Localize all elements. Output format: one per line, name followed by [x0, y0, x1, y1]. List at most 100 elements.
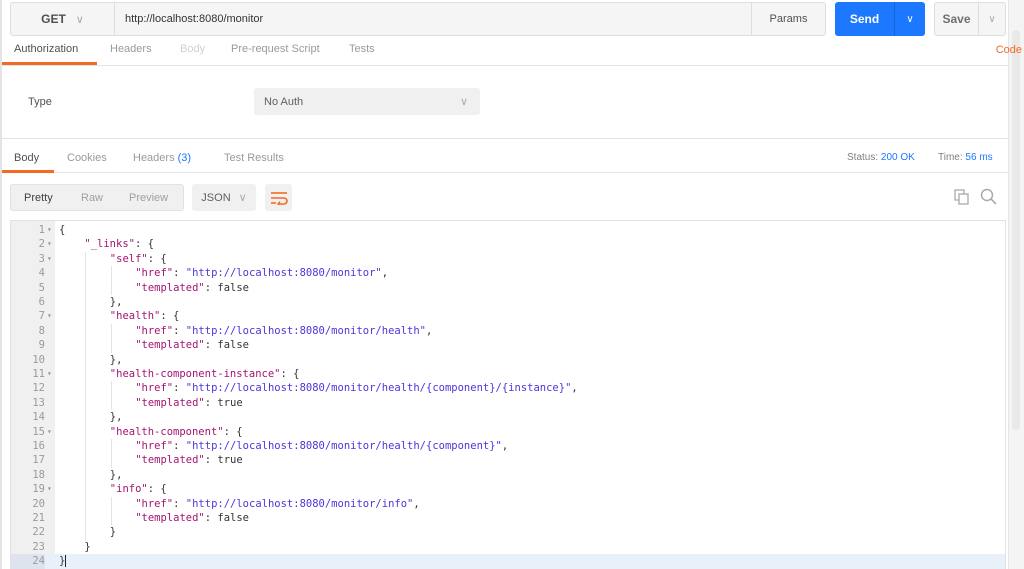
line-number: 18 [32, 468, 45, 481]
line-number: 8 [38, 324, 45, 337]
time-label: Time: [938, 152, 963, 163]
view-raw-button[interactable]: Raw [81, 192, 103, 204]
save-dropdown-button[interactable]: ∨ [979, 3, 1005, 35]
json-punctuation: : false [204, 339, 249, 352]
page-scrollbar[interactable] [1008, 0, 1024, 569]
fold-toggle-icon[interactable]: ▾ [47, 237, 52, 251]
json-key: "health-component" [109, 425, 224, 438]
status-label: Status: [847, 152, 879, 163]
fold-toggle-icon[interactable]: ▾ [47, 223, 52, 237]
json-string: "http://localhost:8080/monitor/health" [185, 324, 426, 337]
view-preview-button[interactable]: Preview [129, 192, 168, 204]
fold-toggle-icon[interactable]: ▾ [47, 252, 52, 266]
tab-authorization[interactable]: Authorization [14, 43, 78, 55]
line-number: 10 [32, 353, 45, 366]
active-tab-indicator [2, 62, 97, 65]
scrollbar-thumb[interactable] [1012, 30, 1020, 430]
json-punctuation: : { [147, 483, 167, 496]
code-line: 8 "href": "http://localhost:8080/monitor/… [11, 324, 1005, 338]
time-value: 56 ms [965, 152, 993, 163]
code-text: "templated": true [135, 453, 242, 467]
fold-toggle-icon[interactable]: ▾ [47, 425, 52, 439]
tab-headers[interactable]: Headers [110, 43, 152, 55]
indent-guide [110, 453, 112, 468]
code-text: "href": "http://localhost:8080/monitor", [135, 266, 388, 280]
code-text: "href": "http://localhost:8080/monitor/h… [135, 324, 432, 338]
tab-cookies[interactable]: Cookies [67, 152, 107, 164]
json-punctuation: } [84, 540, 91, 553]
request-url-bar: GET ∨ http://localhost:8080/monitor Para… [10, 2, 826, 36]
code-text: "templated": false [135, 511, 249, 525]
json-key: "templated" [135, 281, 205, 294]
json-key: "health-component-instance" [109, 368, 281, 380]
json-punctuation: : true [204, 454, 243, 467]
search-icon[interactable] [980, 188, 997, 205]
fold-toggle-icon[interactable]: ▾ [47, 482, 52, 496]
indent-guide [110, 280, 112, 295]
json-punctuation: , [381, 267, 389, 280]
code-line: 6}, [11, 295, 1005, 309]
copy-icon[interactable] [954, 189, 970, 205]
tab-test-results[interactable]: Test Results [224, 152, 284, 164]
headers-count-badge: (3) [177, 152, 192, 164]
response-body-editor[interactable]: 1 ▾{2 ▾ "_links": {3 ▾ "self": {4 "href": "htt… [10, 220, 1006, 569]
tab-tests[interactable]: Tests [349, 43, 375, 55]
send-button[interactable]: Send [835, 2, 895, 36]
chevron-down-icon: ∨ [459, 96, 468, 108]
url-input[interactable]: http://localhost:8080/monitor [115, 3, 751, 35]
code-line: 2 ▾ "_links": { [11, 237, 1005, 251]
line-number: 16 [32, 440, 45, 452]
json-punctuation: : { [134, 238, 154, 251]
view-pretty-button[interactable]: Pretty [24, 192, 53, 204]
chevron-down-icon: ∨ [75, 13, 84, 26]
send-dropdown-button[interactable]: ∨ [895, 2, 925, 36]
format-select[interactable]: JSON ∨ [192, 184, 256, 211]
code-line: 20 "href": "http://localhost:8080/monitor… [11, 497, 1005, 511]
line-number: 23 [32, 540, 45, 553]
chevron-down-icon: ∨ [988, 13, 996, 25]
indent-guide [85, 482, 87, 497]
wrap-lines-button[interactable] [265, 184, 292, 211]
json-key: "templated" [135, 454, 205, 467]
fold-toggle-icon[interactable]: ▾ [47, 367, 52, 381]
text-cursor [65, 555, 67, 568]
indent-guide [85, 295, 87, 310]
send-button-group: Send ∨ [835, 2, 925, 36]
line-number: 9 [38, 339, 45, 352]
json-punctuation: : true [204, 396, 243, 409]
params-button[interactable]: Params [751, 3, 825, 35]
code-text: "templated": false [135, 281, 249, 295]
code-line: 21 "templated": false [11, 511, 1005, 525]
tab-pre-request-script[interactable]: Pre-request Script [231, 43, 320, 55]
method-select[interactable]: GET ∨ [11, 3, 115, 35]
code-link[interactable]: Code [996, 44, 1022, 56]
json-key: "href" [135, 382, 174, 395]
json-punctuation: : false [204, 512, 249, 524]
json-punctuation: : [173, 440, 186, 452]
indent-guide [85, 467, 87, 483]
fold-toggle-icon[interactable]: ▾ [47, 309, 52, 323]
json-key: "templated" [135, 339, 205, 352]
save-button[interactable]: Save [935, 3, 979, 35]
auth-type-select[interactable]: No Auth ∨ [254, 88, 480, 115]
tab-response-headers[interactable]: Headers (3) [133, 152, 191, 164]
format-value: JSON [201, 191, 231, 204]
tab-body[interactable]: Body [180, 43, 205, 55]
line-number: 17 [32, 454, 45, 467]
code-text: { [59, 223, 65, 237]
indent-guide [85, 381, 87, 396]
tab-response-body[interactable]: Body [14, 152, 39, 164]
chevron-down-icon: ∨ [906, 13, 914, 25]
save-button-group: Save ∨ [934, 2, 1006, 36]
code-text: "health-component-instance": { [110, 367, 300, 381]
request-tabs: Authorization Headers Body Pre-request S… [2, 40, 1008, 66]
response-time: Time: 56 ms [938, 152, 993, 163]
line-number: 15 [32, 425, 45, 438]
indent-guide [85, 410, 87, 425]
indent-guide [85, 323, 87, 339]
auth-type-value: No Auth [264, 95, 304, 108]
json-punctuation: }, [109, 411, 123, 424]
json-punctuation: }, [109, 468, 123, 481]
code-line: 9 "templated": false [11, 338, 1005, 352]
indent-guide [85, 511, 87, 526]
